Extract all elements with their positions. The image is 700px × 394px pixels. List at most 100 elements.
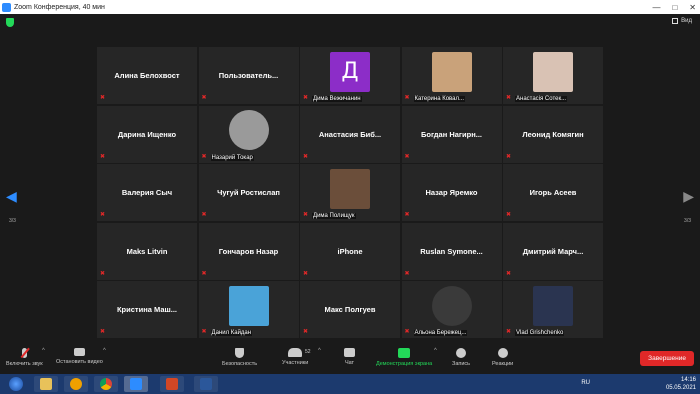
window-title: Zoom Конференция, 40 мин: [14, 3, 105, 11]
muted-mic-icon: ✖: [506, 329, 512, 335]
muted-mic-icon: ✖: [201, 95, 207, 101]
participant-tile[interactable]: Гончаров Назар ✖: [198, 222, 299, 280]
share-options-caret-icon[interactable]: ^: [434, 348, 437, 354]
muted-mic-icon: ✖: [404, 153, 410, 160]
audio-options-caret-icon[interactable]: ^: [42, 348, 45, 354]
stop-video-button[interactable]: Остановить видео: [56, 348, 103, 365]
avatar-photo: [533, 51, 573, 92]
video-options-caret-icon[interactable]: ^: [103, 348, 106, 354]
participant-tile[interactable]: Назар Яремко ✖: [401, 164, 502, 221]
participant-caption: Дима Вежичанин: [312, 96, 362, 102]
muted-mic-icon: ✖: [506, 270, 512, 277]
page-indicator-left: 3/3: [9, 218, 16, 224]
participant-tile[interactable]: Катерина Ковал... ✖: [401, 47, 502, 104]
participant-tile[interactable]: Данил Кайдан ✖: [198, 281, 299, 338]
participant-tile[interactable]: Чугуй Ростислап ✖: [198, 164, 299, 221]
participant-caption: Альона Бережец...: [413, 330, 468, 336]
participant-tile[interactable]: Пользователь... ✖: [198, 47, 299, 104]
participant-name: Алина Белохвост: [114, 71, 180, 80]
participant-tile[interactable]: Дима Полищук ✖: [300, 164, 400, 221]
participant-name: Дмитрий Марч...: [522, 246, 584, 256]
participant-tile[interactable]: Валерия Сыч ✖: [97, 164, 197, 221]
muted-mic-icon: ✖: [404, 329, 410, 335]
participant-tile[interactable]: Алина Белохвост ✖: [97, 47, 197, 104]
participant-name: Пользователь...: [218, 71, 279, 80]
previous-page-arrow-icon[interactable]: ◀: [6, 188, 17, 205]
language-indicator[interactable]: RU: [581, 380, 590, 386]
participant-tile[interactable]: Макс Полгуев ✖: [300, 281, 400, 338]
meeting-stage: Вид ◀ 3/3 ▶ 3/3 Алина Белохвост ✖ Пользова…: [0, 14, 700, 342]
encryption-shield-icon[interactable]: [6, 18, 14, 27]
powerpoint-icon: [166, 378, 178, 390]
participant-name: Дарина Ищенко: [117, 129, 177, 139]
unmute-button[interactable]: Включить звук: [6, 348, 43, 367]
close-button[interactable]: ✕: [689, 3, 696, 12]
security-button[interactable]: Безопасность: [222, 348, 257, 367]
muted-mic-icon: ✖: [100, 329, 106, 335]
avatar-photo: [533, 285, 573, 326]
participant-tile[interactable]: Анастасия Биб... ✖: [300, 105, 400, 163]
window-titlebar: Zoom Конференция, 40 мин — □ ✕: [0, 0, 700, 14]
participant-name: Богдан Нагирн...: [420, 129, 483, 139]
taskbar-app[interactable]: [64, 376, 88, 392]
participants-icon: [288, 348, 303, 357]
participant-tile[interactable]: Альона Бережец... ✖: [401, 281, 502, 338]
participant-tile[interactable]: Vlad Grishchenko ✖: [503, 281, 603, 338]
zoom-app-icon: [2, 2, 11, 12]
taskbar-zoom[interactable]: [124, 376, 148, 392]
muted-mic-icon: ✖: [100, 270, 106, 277]
participants-label: Участники: [282, 360, 309, 366]
security-shield-icon: [235, 348, 245, 358]
view-label: Вид: [681, 18, 692, 24]
participant-tile[interactable]: Анастасія Сотек... ✖: [503, 47, 603, 104]
participant-name: Ruslan Symone...: [420, 246, 483, 256]
record-button[interactable]: Запись: [452, 348, 470, 367]
participant-tile[interactable]: Maks Litvin ✖: [97, 222, 197, 280]
chat-label: Чат: [344, 360, 355, 366]
participant-name: Макс Полгуев: [324, 305, 376, 314]
muted-mic-icon: ✖: [303, 95, 309, 101]
grid-icon: [672, 18, 679, 24]
taskbar-chrome[interactable]: [94, 376, 118, 392]
participant-name: Леонид Комягин: [522, 129, 584, 139]
share-screen-button[interactable]: Демонстрация экрана: [376, 348, 432, 367]
participant-caption: Назарий Токар: [210, 154, 254, 161]
minimize-button[interactable]: —: [652, 3, 660, 12]
participant-tile[interactable]: Игорь Асеев ✖: [503, 164, 603, 221]
chat-icon: [344, 348, 355, 357]
participant-tile[interactable]: Дарина Ищенко ✖: [97, 105, 197, 163]
participant-tile[interactable]: Леонид Комягин ✖: [503, 105, 603, 163]
chat-button[interactable]: Чат: [344, 348, 355, 366]
taskbar-explorer[interactable]: [34, 376, 58, 392]
participants-options-caret-icon[interactable]: ^: [318, 348, 321, 354]
participant-caption: Анастасія Сотек...: [515, 96, 568, 102]
maximize-button[interactable]: □: [672, 3, 677, 12]
end-meeting-button[interactable]: Завершение: [640, 351, 694, 366]
participant-tile[interactable]: Богдан Нагирн... ✖: [401, 105, 502, 163]
participant-tile[interactable]: Д Дима Вежичанин ✖: [300, 47, 400, 104]
participant-tile[interactable]: Ruslan Symone... ✖: [401, 222, 502, 280]
muted-mic-icon: ✖: [201, 329, 207, 335]
taskbar-word[interactable]: [194, 376, 218, 392]
taskbar-powerpoint[interactable]: [160, 376, 184, 392]
participant-name: Maks Litvin: [126, 246, 168, 256]
clock-time: 14:16: [680, 377, 696, 383]
muted-mic-icon: ✖: [404, 212, 410, 218]
participant-tile[interactable]: Дмитрий Марч... ✖: [503, 222, 603, 280]
participant-tile[interactable]: Назарий Токар ✖: [198, 105, 299, 163]
reactions-button[interactable]: Реакции: [492, 348, 513, 367]
muted-mic-icon: ✖: [100, 212, 106, 218]
start-button[interactable]: [2, 376, 30, 392]
participant-name: Кристина Маш...: [116, 305, 178, 314]
next-page-arrow-icon[interactable]: ▶: [683, 188, 694, 205]
participant-name: Игорь Асеев: [529, 188, 577, 197]
participant-name: Анастасия Биб...: [318, 129, 382, 139]
system-clock[interactable]: 14:16 05.05.2021: [666, 376, 696, 392]
muted-mic-icon: ✖: [201, 212, 207, 218]
windows-taskbar: RU 14:16 05.05.2021: [0, 374, 700, 394]
participant-tile[interactable]: Кристина Маш... ✖: [97, 281, 197, 338]
view-button[interactable]: Вид: [672, 18, 692, 24]
participant-tile[interactable]: iPhone ✖: [300, 222, 400, 280]
windows-orb-icon: [9, 377, 23, 391]
muted-mic-icon: ✖: [404, 95, 410, 101]
